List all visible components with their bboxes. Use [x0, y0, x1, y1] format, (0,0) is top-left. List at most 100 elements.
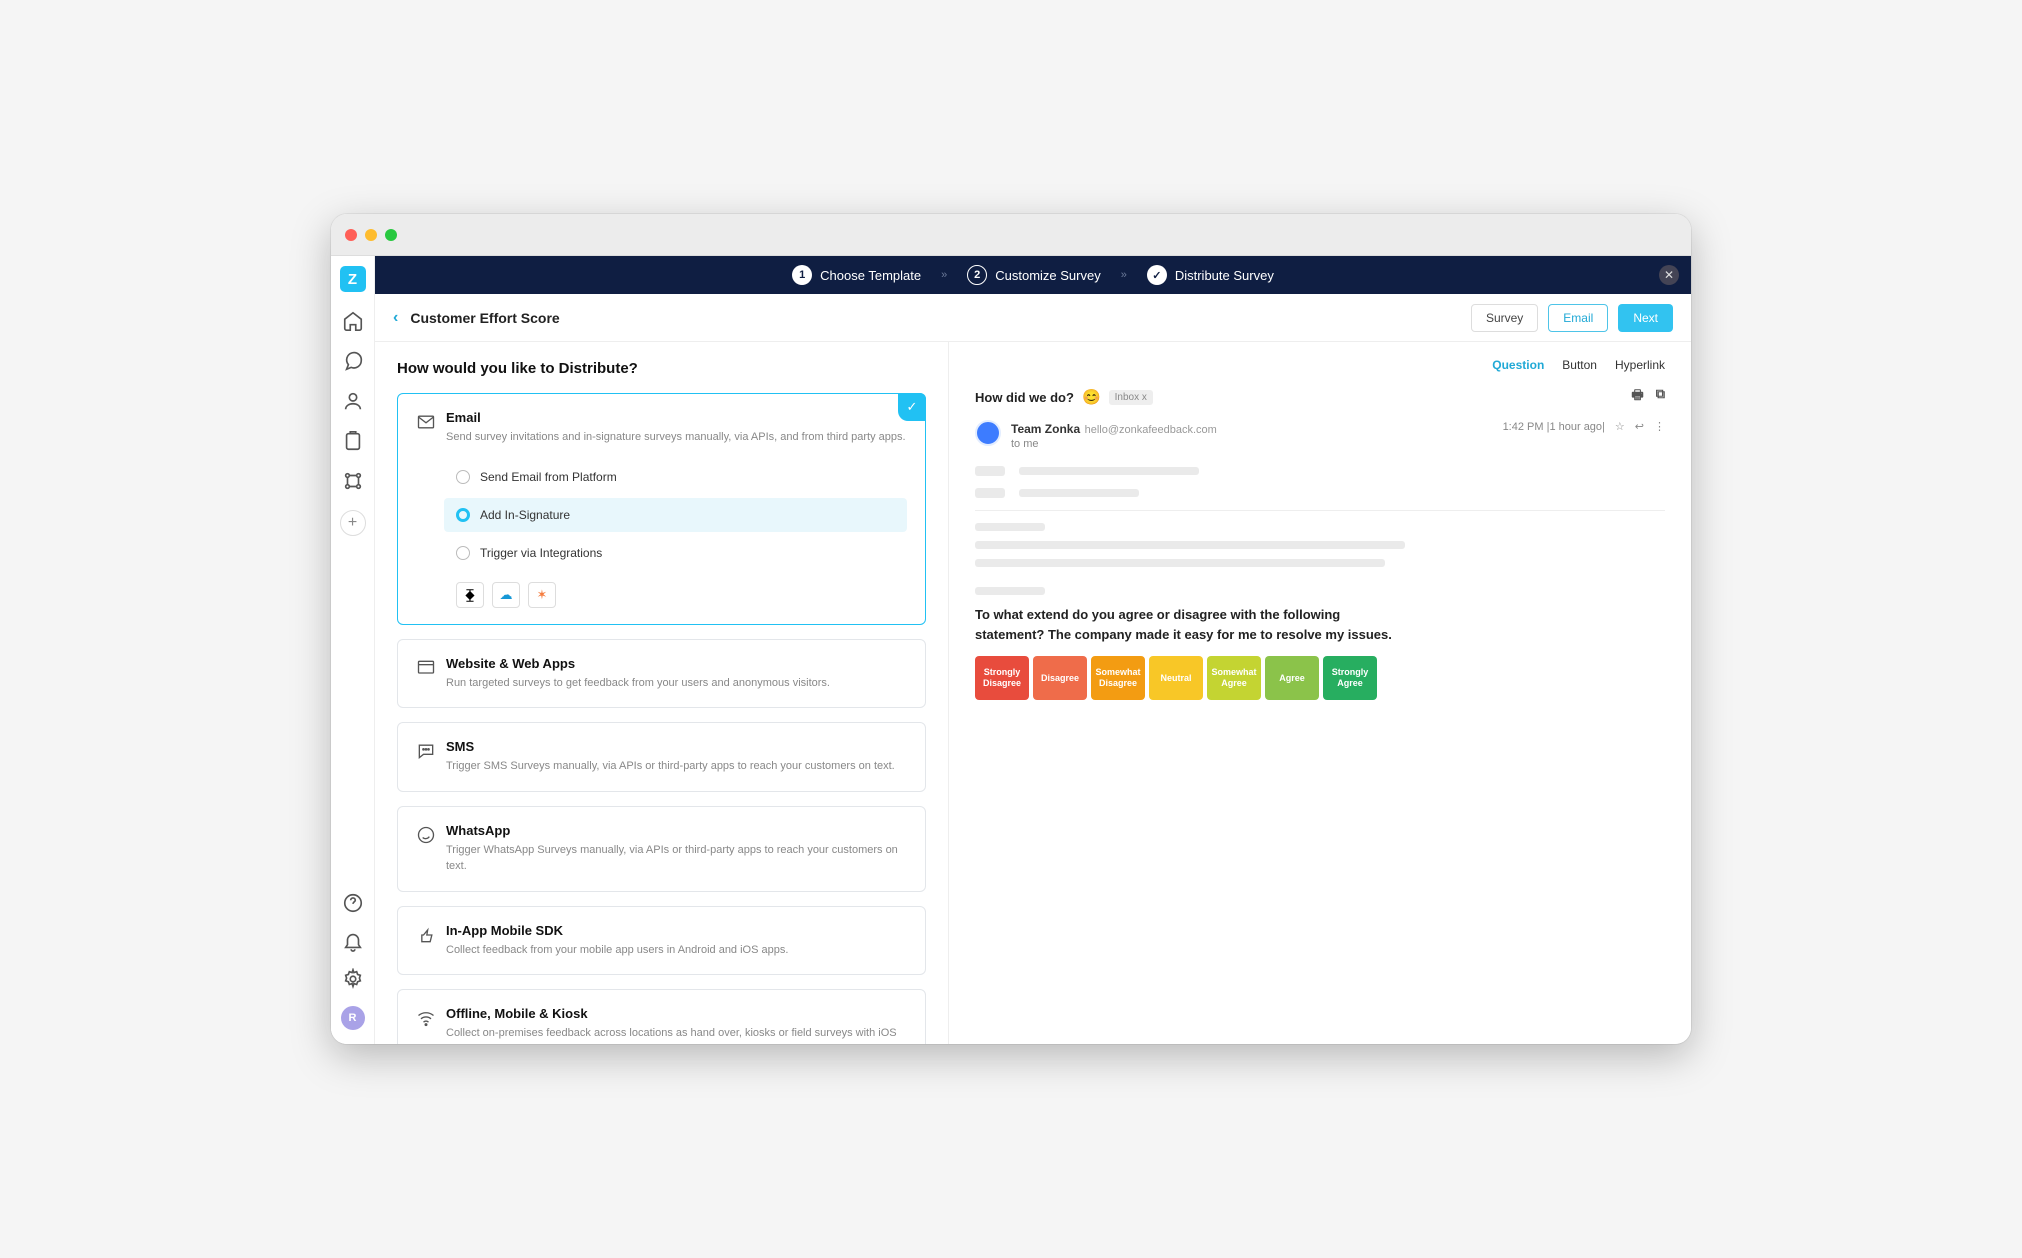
envelope-icon: [416, 412, 436, 437]
content-split: How would you like to Distribute? Email …: [375, 342, 1691, 1044]
steps-bar: 1 Choose Template » 2 Customize Survey »…: [375, 256, 1691, 294]
user-icon[interactable]: [342, 390, 364, 412]
distribute-card-kiosk[interactable]: Offline, Mobile & Kiosk Collect on-premi…: [397, 989, 926, 1044]
scale-option-2[interactable]: Somewhat Disagree: [1091, 656, 1145, 700]
scale-option-1[interactable]: Disagree: [1033, 656, 1087, 700]
more-icon[interactable]: ⋮: [1654, 420, 1665, 433]
left-nav-rail: Z + R: [331, 256, 375, 1044]
window-titlebar: [331, 214, 1691, 256]
sender-name: Team Zonka: [1011, 422, 1080, 436]
scale-option-0[interactable]: Strongly Disagree: [975, 656, 1029, 700]
scale-option-6[interactable]: Strongly Agree: [1323, 656, 1377, 700]
card-title: In-App Mobile SDK: [446, 923, 788, 938]
next-button[interactable]: Next: [1618, 304, 1673, 332]
email-option-in-signature[interactable]: Add In-Signature: [444, 498, 907, 532]
add-button[interactable]: +: [340, 510, 366, 536]
scale-option-3[interactable]: Neutral: [1149, 656, 1203, 700]
close-window-dot[interactable]: [345, 229, 357, 241]
zendesk-icon[interactable]: ⧱: [456, 582, 484, 608]
salesforce-icon[interactable]: ☁: [492, 582, 520, 608]
main-area: 1 Choose Template » 2 Customize Survey »…: [375, 256, 1691, 1044]
distribute-card-email[interactable]: Email Send survey invitations and in-sig…: [397, 393, 926, 625]
chevron-right-icon: »: [941, 269, 947, 281]
open-external-icon[interactable]: ⧉: [1656, 386, 1665, 408]
step-3-label: Distribute Survey: [1175, 268, 1274, 283]
sender-email: hello@zonkafeedback.com: [1085, 424, 1217, 436]
step-2[interactable]: 2 Customize Survey: [967, 265, 1100, 285]
chat-icon[interactable]: [342, 350, 364, 372]
sms-icon: [416, 741, 436, 766]
scale-option-4[interactable]: Somewhat Agree: [1207, 656, 1261, 700]
sender-avatar: [975, 420, 1001, 446]
reply-icon[interactable]: ↩: [1635, 420, 1644, 433]
wifi-icon: [416, 1008, 436, 1033]
close-icon[interactable]: ✕: [1659, 265, 1679, 285]
page-toolbar: ‹ Customer Effort Score Survey Email Nex…: [375, 294, 1691, 342]
survey-question: To what extend do you agree or disagree …: [975, 605, 1405, 644]
step-1-number: 1: [792, 265, 812, 285]
help-icon[interactable]: [342, 892, 364, 914]
brand-logo[interactable]: Z: [340, 266, 366, 292]
card-title: Website & Web Apps: [446, 656, 830, 671]
option-label: Send Email from Platform: [480, 470, 617, 484]
step-3-check-icon: [1147, 265, 1167, 285]
email-sender-row: Team Zonka hello@zonkafeedback.com to me…: [975, 420, 1665, 450]
page-title: Customer Effort Score: [410, 310, 559, 326]
integration-icons-row: ⧱ ☁ ✶: [444, 582, 907, 608]
minimize-window-dot[interactable]: [365, 229, 377, 241]
radio-icon: [456, 508, 470, 522]
tab-hyperlink[interactable]: Hyperlink: [1615, 358, 1665, 372]
tab-button[interactable]: Button: [1562, 358, 1597, 372]
radio-icon: [456, 546, 470, 560]
tab-question[interactable]: Question: [1492, 358, 1544, 372]
card-title: Offline, Mobile & Kiosk: [446, 1006, 907, 1021]
recipient-label: to me: [1011, 438, 1217, 450]
preview-tabs: Question Button Hyperlink: [975, 358, 1665, 372]
radio-icon: [456, 470, 470, 484]
email-subject: How did we do?: [975, 390, 1074, 405]
chevron-right-icon: »: [1121, 269, 1127, 281]
distribute-card-sms[interactable]: SMS Trigger SMS Surveys manually, via AP…: [397, 722, 926, 792]
card-title: WhatsApp: [446, 823, 907, 838]
email-option-integrations[interactable]: Trigger via Integrations: [444, 536, 907, 570]
survey-button[interactable]: Survey: [1471, 304, 1538, 332]
browser-frame: Z + R 1 Choose Template »: [331, 214, 1691, 1044]
card-title: SMS: [446, 739, 895, 754]
step-3[interactable]: Distribute Survey: [1147, 265, 1274, 285]
email-option-send-platform[interactable]: Send Email from Platform: [444, 460, 907, 494]
card-desc: Collect feedback from your mobile app us…: [446, 942, 788, 959]
email-button[interactable]: Email: [1548, 304, 1608, 332]
card-desc: Trigger WhatsApp Surveys manually, via A…: [446, 842, 907, 875]
distribute-card-whatsapp[interactable]: WhatsApp Trigger WhatsApp Surveys manual…: [397, 806, 926, 892]
smiley-icon: 😊: [1082, 388, 1101, 406]
ces-scale: Strongly DisagreeDisagreeSomewhat Disagr…: [975, 656, 1665, 700]
distribute-card-web[interactable]: Website & Web Apps Run targeted surveys …: [397, 639, 926, 709]
workflow-icon[interactable]: [342, 470, 364, 492]
distribute-card-sdk[interactable]: In-App Mobile SDK Collect feedback from …: [397, 906, 926, 976]
card-desc: Send survey invitations and in-signature…: [446, 429, 906, 446]
card-desc: Trigger SMS Surveys manually, via APIs o…: [446, 758, 895, 775]
print-icon[interactable]: 🖶: [1631, 386, 1643, 408]
thumbs-up-icon: [416, 925, 436, 950]
clipboard-icon[interactable]: [342, 430, 364, 452]
maximize-window-dot[interactable]: [385, 229, 397, 241]
distribute-options-panel: How would you like to Distribute? Email …: [375, 342, 949, 1044]
email-preview-panel: Question Button Hyperlink How did we do?…: [949, 342, 1691, 1044]
step-2-number: 2: [967, 265, 987, 285]
hubspot-icon[interactable]: ✶: [528, 582, 556, 608]
web-icon: [416, 658, 436, 683]
card-desc: Collect on-premises feedback across loca…: [446, 1025, 907, 1044]
step-2-label: Customize Survey: [995, 268, 1100, 283]
step-1[interactable]: 1 Choose Template: [792, 265, 921, 285]
settings-icon[interactable]: [342, 968, 364, 990]
inbox-label: Inbox x: [1109, 390, 1153, 405]
email-body-skeleton: [975, 466, 1665, 595]
user-avatar[interactable]: R: [341, 1006, 365, 1030]
home-icon[interactable]: [342, 310, 364, 332]
bell-icon[interactable]: [342, 930, 364, 952]
card-desc: Run targeted surveys to get feedback fro…: [446, 675, 830, 692]
star-icon[interactable]: ☆: [1615, 420, 1625, 433]
back-button[interactable]: ‹: [393, 309, 398, 327]
scale-option-5[interactable]: Agree: [1265, 656, 1319, 700]
panel-heading: How would you like to Distribute?: [397, 360, 926, 377]
